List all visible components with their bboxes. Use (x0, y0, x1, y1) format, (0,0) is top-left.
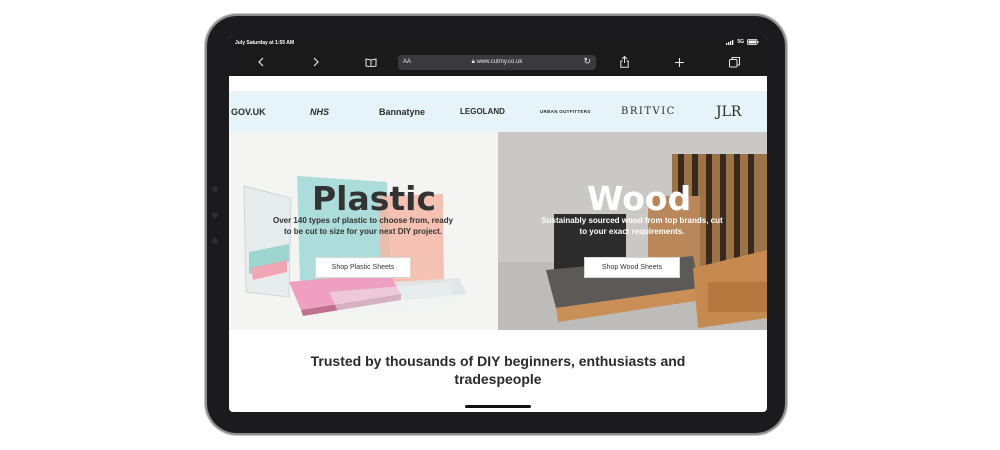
new-tab-icon[interactable] (673, 54, 685, 70)
plastic-title: Plastic (312, 179, 437, 218)
trusted-heading-line-2: tradespeople (454, 371, 542, 387)
address-bar[interactable]: AA 🔒︎ www.cutmy.co.uk ↻ (398, 55, 596, 70)
battery-icon (747, 39, 759, 45)
signal-icon (726, 39, 734, 45)
wood-title: Wood (587, 179, 692, 218)
plastic-subtitle-line-2: to be cut to size for your next DIY proj… (283, 227, 443, 236)
client-logos-strip: GOV.UK NHS Bannatyne LEGOLAND URBAN OUTF… (229, 91, 767, 132)
bookmarks-icon[interactable] (363, 54, 379, 70)
url-text: www.cutmy.co.uk (476, 59, 523, 65)
browser-toolbar: AA 🔒︎ www.cutmy.co.uk ↻ (229, 50, 767, 76)
home-indicator[interactable] (465, 405, 531, 408)
status-bar: July Saturday at 1:55 AM 5G (229, 36, 767, 50)
shop-wood-button[interactable]: Shop Wood Sheets (584, 257, 680, 278)
wood-subtitle-line-2: to your exact requirements. (579, 227, 685, 236)
status-time: July Saturday at 1:55 AM (235, 40, 295, 46)
wood-subtitle: Sustainably sourced wood from top brands… (516, 215, 748, 237)
trusted-heading: Trusted by thousands of DIY beginners, e… (298, 352, 698, 388)
side-button (212, 186, 218, 192)
plastic-hero[interactable]: Plastic Over 140 types of plastic to cho… (229, 132, 498, 330)
logo-jlr: JLR (716, 103, 742, 120)
tablet-screen: July Saturday at 1:55 AM 5G AA 🔒︎ www.cu… (229, 36, 767, 412)
wood-subtitle-line-1: Sustainably sourced wood from top brands… (541, 216, 723, 225)
logo-gov-uk: GOV.UK (231, 106, 266, 117)
logo-nhs: NHS (310, 106, 330, 117)
side-button (212, 238, 218, 244)
plastic-subtitle-line-1: Over 140 types of plastic to choose from… (272, 216, 454, 225)
reload-icon[interactable]: ↻ (583, 56, 591, 67)
shop-plastic-button[interactable]: Shop Plastic Sheets (315, 257, 411, 278)
network-label: 5G (737, 39, 744, 45)
logo-urban-outfitters: URBAN OUTFITTERS (540, 109, 591, 114)
logo-legoland: LEGOLAND (460, 107, 505, 116)
tabs-icon[interactable] (728, 54, 740, 70)
wood-hero[interactable]: Wood Sustainably sourced wood from top b… (498, 132, 767, 330)
forward-icon[interactable] (310, 54, 322, 70)
back-icon[interactable] (255, 54, 267, 70)
side-button (212, 212, 218, 218)
share-icon[interactable] (618, 54, 630, 70)
plastic-subtitle: Over 140 types of plastic to choose from… (247, 215, 479, 237)
trusted-heading-line-1: Trusted by thousands of DIY beginners, e… (310, 353, 686, 369)
lock-icon: 🔒︎ (471, 59, 475, 65)
logo-britvic: BRITVIC (621, 106, 676, 117)
logo-bannatyne: Bannatyne (379, 106, 426, 117)
